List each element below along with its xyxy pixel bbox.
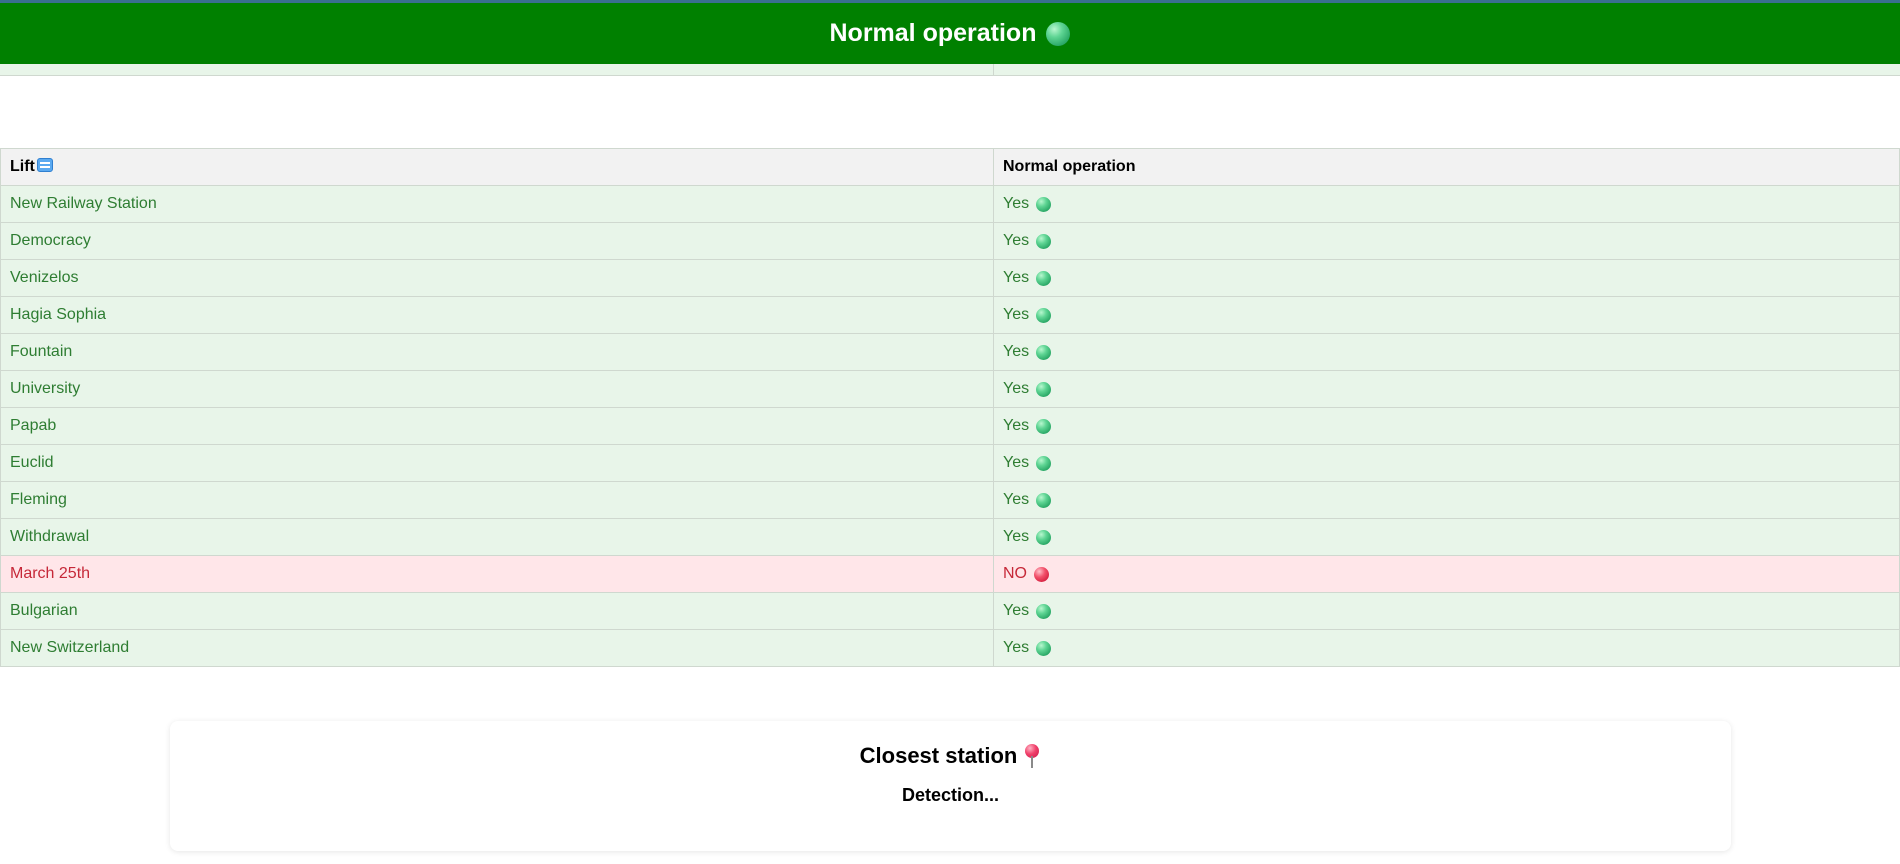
lift-status: Yes <box>1003 380 1890 398</box>
lifts-table-body: New Railway Station Yes Democracy Yes Venize… <box>0 185 1900 667</box>
lift-status-label: NO <box>1003 565 1027 582</box>
table-row: New Switzerland Yes <box>0 629 1900 667</box>
column-header-normal-operation: Normal operation <box>993 148 1900 186</box>
table-row: March 25th NO <box>0 555 1900 593</box>
lift-status-cell: Yes <box>993 333 1900 371</box>
green-circle-icon <box>1036 381 1052 397</box>
column-header-lift: Lift <box>0 148 994 186</box>
table-row: Hagia Sophia Yes <box>0 296 1900 334</box>
table-row: Euclid Yes <box>0 444 1900 482</box>
lift-status: Yes <box>1003 454 1890 472</box>
green-circle-icon <box>1036 196 1052 212</box>
lifts-table: Lift Normal operation New Railway Statio… <box>0 148 1900 667</box>
lift-status-label: Yes <box>1003 639 1030 656</box>
header-title-group: Normal operation <box>830 19 1071 48</box>
lift-name: New Switzerland <box>0 629 994 667</box>
lift-status-cell: Yes <box>993 592 1900 630</box>
lift-status-cell: Yes <box>993 370 1900 408</box>
elevator-icon <box>36 158 53 172</box>
lift-status-cell: Yes <box>993 296 1900 334</box>
table-row: New Railway Station Yes <box>0 185 1900 223</box>
lift-status: Yes <box>1003 269 1890 287</box>
closest-station-card: Closest station Detection... <box>170 721 1731 851</box>
lift-name: Withdrawal <box>0 518 994 556</box>
red-circle-icon <box>1034 566 1049 582</box>
lift-status: Yes <box>1003 306 1890 324</box>
column-header-lift-label: Lift <box>10 158 35 175</box>
lift-name: Democracy <box>0 222 994 260</box>
lift-status-label: Yes <box>1003 269 1030 286</box>
closest-station-status: Detection... <box>901 785 999 805</box>
lift-status-cell: Yes <box>993 259 1900 297</box>
lift-status: Yes <box>1003 232 1890 250</box>
lift-status-cell: Yes <box>993 222 1900 260</box>
lift-status-label: Yes <box>1003 417 1030 434</box>
lift-status: Yes <box>1003 417 1890 435</box>
lift-name: Venizelos <box>0 259 994 297</box>
lift-name: Euclid <box>0 444 994 482</box>
lift-status-cell: Yes <box>993 185 1900 223</box>
lift-status-cell: Yes <box>993 518 1900 556</box>
green-circle-icon <box>1036 344 1052 360</box>
lift-status-cell: Yes <box>993 629 1900 667</box>
table-row: Venizelos Yes <box>0 259 1900 297</box>
lift-status-label: Yes <box>1003 306 1030 323</box>
lift-status-cell: Yes <box>993 481 1900 519</box>
lift-status: Yes <box>1003 602 1890 620</box>
green-circle-icon <box>1036 492 1052 508</box>
lift-name: Fleming <box>0 481 994 519</box>
lift-name: Fountain <box>0 333 994 371</box>
header-title: Normal operation <box>829 19 1037 47</box>
green-circle-icon <box>1036 307 1052 323</box>
lift-status: Yes <box>1003 195 1890 213</box>
status-header: Normal operation <box>0 0 1900 64</box>
green-circle-icon <box>1036 270 1052 286</box>
lift-name: New Railway Station <box>0 185 994 223</box>
green-circle-icon <box>1036 233 1052 249</box>
lift-status-label: Yes <box>1003 528 1030 545</box>
lift-name: Hagia Sophia <box>0 296 994 334</box>
pushpin-icon <box>1023 744 1041 768</box>
lift-name: Papab <box>0 407 994 445</box>
table-row: Fountain Yes <box>0 333 1900 371</box>
green-circle-icon <box>1036 603 1052 619</box>
green-circle-icon <box>1036 529 1052 545</box>
lift-status-label: Yes <box>1003 343 1030 360</box>
table-row: Withdrawal Yes <box>0 518 1900 556</box>
lift-status-cell: Yes <box>993 444 1900 482</box>
table-row: Fleming Yes <box>0 481 1900 519</box>
lift-status-label: Yes <box>1003 195 1030 212</box>
table-row: Democracy Yes <box>0 222 1900 260</box>
lift-status-label: Yes <box>1003 232 1030 249</box>
closest-station-title: Closest station <box>859 743 1018 768</box>
lift-status-label: Yes <box>1003 602 1030 619</box>
lift-status-label: Yes <box>1003 454 1030 471</box>
lift-status-cell: Yes <box>993 407 1900 445</box>
table-header-row: Lift Normal operation <box>0 148 1900 186</box>
lift-status-label: Yes <box>1003 380 1030 397</box>
lift-name: University <box>0 370 994 408</box>
green-circle-icon <box>1036 418 1052 434</box>
lift-name: March 25th <box>0 555 994 593</box>
lift-status: NO <box>1003 565 1890 583</box>
lift-status-cell: NO <box>993 555 1900 593</box>
lift-status-label: Yes <box>1003 491 1030 508</box>
green-circle-icon <box>1046 21 1071 46</box>
table-row: Bulgarian Yes <box>0 592 1900 630</box>
closest-station-heading: Closest station <box>170 743 1731 769</box>
table-row: University Yes <box>0 370 1900 408</box>
lift-status: Yes <box>1003 343 1890 361</box>
lift-status: Yes <box>1003 491 1890 509</box>
lift-status: Yes <box>1003 639 1890 657</box>
table-row: Papab Yes <box>0 407 1900 445</box>
lift-status: Yes <box>1003 528 1890 546</box>
green-circle-icon <box>1036 640 1052 656</box>
green-circle-icon <box>1036 455 1052 471</box>
lift-name: Bulgarian <box>0 592 994 630</box>
